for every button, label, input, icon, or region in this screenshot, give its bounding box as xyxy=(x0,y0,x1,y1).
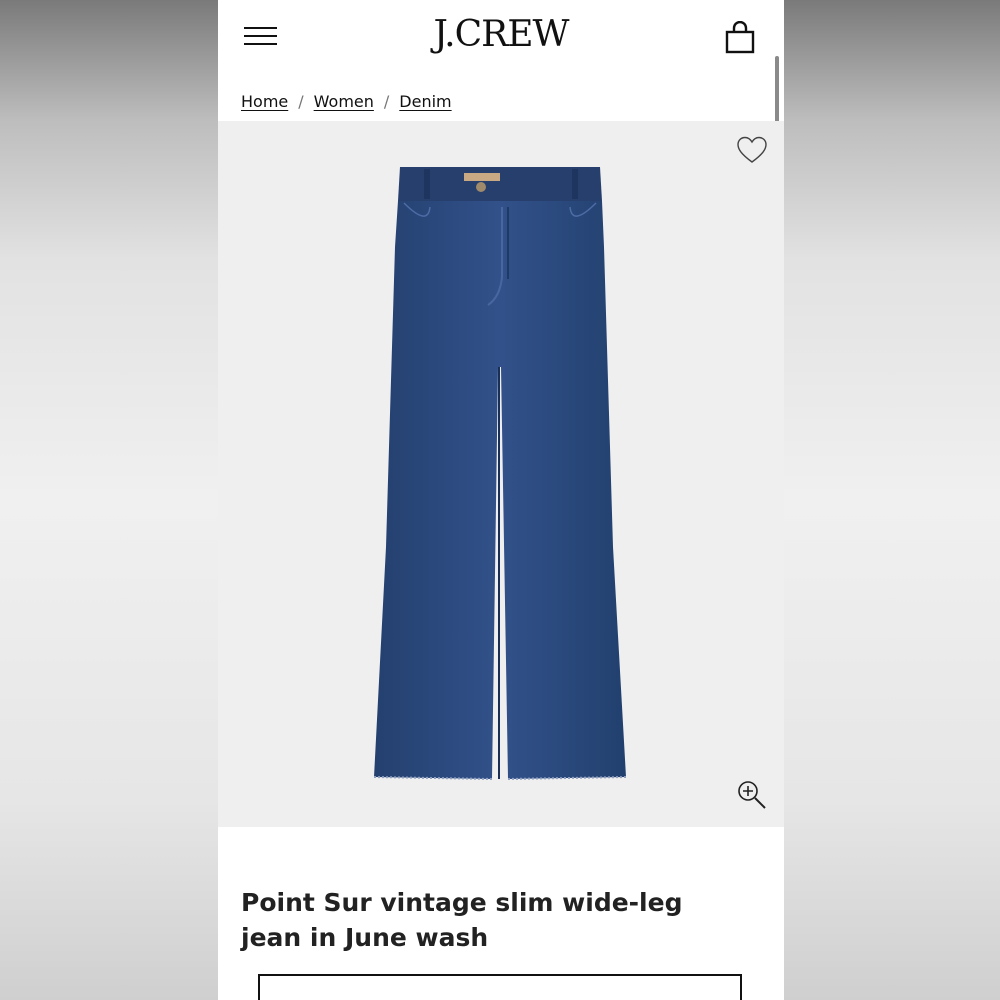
breadcrumb-separator: / xyxy=(383,91,390,111)
product-image-gallery[interactable] xyxy=(218,121,784,827)
site-header: J.CREW xyxy=(218,0,784,76)
mobile-page: J.CREW Home / Women / Denim Point Sur vi… xyxy=(218,0,784,1000)
breadcrumb: Home / Women / Denim xyxy=(241,90,452,112)
breadcrumb-denim[interactable]: Denim xyxy=(399,92,451,111)
breadcrumb-women[interactable]: Women xyxy=(314,92,374,111)
product-title: Point Sur vintage slim wide-leg jean in … xyxy=(241,887,683,952)
background-right xyxy=(784,0,1000,1000)
breadcrumb-separator: / xyxy=(298,91,304,111)
product-image-jeans xyxy=(373,167,627,780)
size-selector[interactable] xyxy=(258,974,742,1000)
breadcrumb-home[interactable]: Home xyxy=(241,92,288,111)
heart-icon[interactable] xyxy=(736,135,768,165)
background-left xyxy=(0,0,218,1000)
brand-logo[interactable]: J.CREW xyxy=(218,14,784,55)
zoom-in-icon[interactable] xyxy=(736,779,768,811)
shopping-bag-icon[interactable] xyxy=(724,20,756,55)
